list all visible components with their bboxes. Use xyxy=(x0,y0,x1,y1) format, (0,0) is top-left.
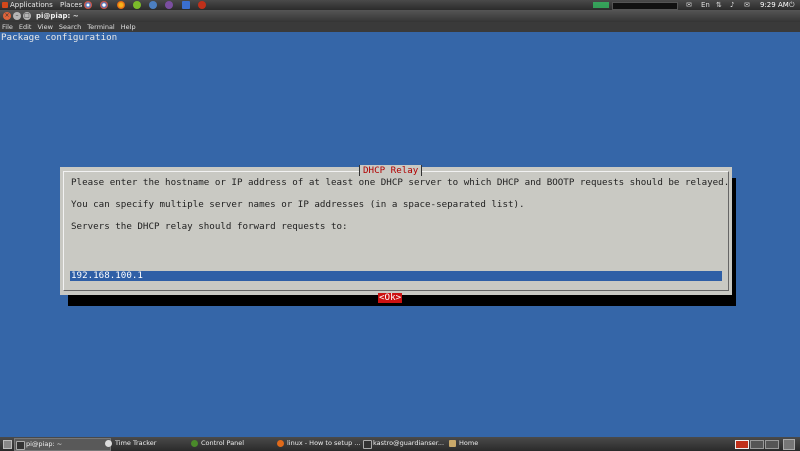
android-launcher-icon[interactable] xyxy=(133,1,141,9)
taskbar-item-label: Control Panel xyxy=(201,439,245,447)
keyboard-layout-indicator[interactable]: En xyxy=(701,1,710,9)
taskbar: pi@piap: ~ Time Tracker Control Panel li… xyxy=(0,437,800,451)
power-icon[interactable]: ⏻ xyxy=(789,1,795,9)
menu-file[interactable]: File xyxy=(2,23,13,31)
clock-icon xyxy=(105,440,112,447)
show-desktop-icon[interactable] xyxy=(3,440,12,449)
network-monitor-icon xyxy=(612,2,678,10)
taskbar-item-label: Home xyxy=(459,439,479,447)
taskbar-item-ssh-terminal[interactable]: kastro@guardianser... xyxy=(362,438,459,449)
ubuntu-logo-icon xyxy=(2,2,8,8)
taskbar-item-label: kastro@guardianser... xyxy=(373,439,445,447)
minimize-icon[interactable]: – xyxy=(13,12,21,20)
ok-button[interactable]: <Ok> xyxy=(378,293,403,303)
dialog-line-1: Please enter the hostname or IP address … xyxy=(71,177,730,188)
maximize-icon[interactable]: □ xyxy=(23,12,31,20)
menu-edit[interactable]: Edit xyxy=(19,23,32,31)
taskbar-item-label: linux - How to setup ... xyxy=(287,439,361,447)
menu-help[interactable]: Help xyxy=(121,23,136,31)
workspace-switcher-3[interactable] xyxy=(765,440,779,449)
top-panel: Applications Places ✉ En ⇅ ♪ ✉ 9:29 AM ⏻ xyxy=(0,0,800,10)
dialog-title: DHCP Relay xyxy=(359,165,423,176)
terminal-icon xyxy=(16,441,25,450)
taskbar-item-home[interactable]: Home xyxy=(448,438,545,449)
places-menu[interactable]: Places xyxy=(60,0,82,10)
dialog-line-2: You can specify multiple server names or… xyxy=(71,199,525,210)
taskbar-item-control-panel[interactable]: Control Panel xyxy=(190,438,287,449)
clock[interactable]: 9:29 AM xyxy=(760,1,789,9)
taskbar-item-browser[interactable]: linux - How to setup ... xyxy=(276,438,373,449)
chromium-launcher-icon[interactable] xyxy=(100,1,108,9)
applications-menu[interactable]: Applications xyxy=(2,0,53,10)
dhcp-server-input[interactable]: 192.168.100.1 xyxy=(70,271,722,281)
mail-launcher-icon[interactable] xyxy=(182,1,190,9)
applications-label: Applications xyxy=(10,1,53,9)
terminal-icon xyxy=(363,440,372,449)
menu-search[interactable]: Search xyxy=(59,23,81,31)
taskbar-item-time-tracker[interactable]: Time Tracker xyxy=(104,438,201,449)
close-icon[interactable]: × xyxy=(3,12,11,20)
app-launcher-2-icon[interactable] xyxy=(198,1,206,9)
taskbar-item-label: Time Tracker xyxy=(115,439,157,447)
app-launcher-icon[interactable] xyxy=(165,1,173,9)
firefox-launcher-icon[interactable] xyxy=(117,1,125,9)
system-monitor-icon xyxy=(593,2,609,8)
dialog-line-3: Servers the DHCP relay should forward re… xyxy=(71,221,348,232)
network-icon[interactable]: ⇅ xyxy=(716,1,722,9)
firefox-icon xyxy=(277,440,284,447)
workspace-switcher-1[interactable] xyxy=(735,440,749,449)
control-panel-icon xyxy=(191,440,198,447)
volume-icon[interactable]: ♪ xyxy=(730,1,734,9)
dhcp-relay-dialog: DHCP Relay Please enter the hostname or … xyxy=(60,165,732,303)
editor-launcher-icon[interactable] xyxy=(149,1,157,9)
trash-icon[interactable] xyxy=(783,439,795,450)
window-title-bar[interactable]: × – □ pi@piap: ~ xyxy=(0,10,800,22)
chrome-launcher-icon[interactable] xyxy=(84,1,92,9)
terminal-menu-bar: File Edit View Search Terminal Help xyxy=(0,22,800,32)
workspace-switcher-2[interactable] xyxy=(750,440,764,449)
chat-icon[interactable]: ✉ xyxy=(686,1,692,9)
window-title: pi@piap: ~ xyxy=(36,12,79,20)
terminal-area[interactable]: Package configuration DHCP Relay Please … xyxy=(0,32,800,437)
taskbar-item-label: pi@piap: ~ xyxy=(26,440,63,448)
mail-icon[interactable]: ✉ xyxy=(744,1,750,9)
menu-view[interactable]: View xyxy=(37,23,52,31)
package-configuration-header: Package configuration xyxy=(1,32,118,43)
menu-terminal[interactable]: Terminal xyxy=(87,23,114,31)
folder-icon xyxy=(449,440,456,447)
taskbar-item-terminal[interactable]: pi@piap: ~ xyxy=(14,438,111,451)
